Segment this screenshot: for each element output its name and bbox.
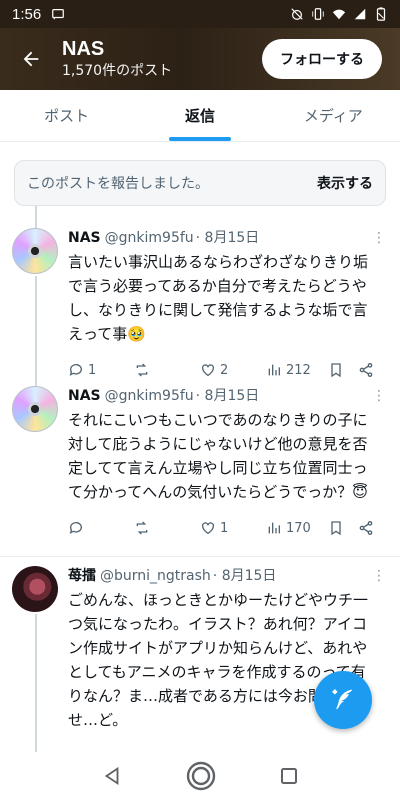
tab-media[interactable]: メディア [267,90,400,141]
reply-icon [69,364,82,376]
reported-post-notice: このポストを報告しました。 表示する [14,160,386,206]
back-button[interactable] [0,28,62,90]
author-name[interactable]: NAS [68,228,101,248]
author-name[interactable]: 苺擂 [68,566,96,586]
compose-feather-icon [332,689,353,710]
more-options-icon[interactable]: ⋮ [372,566,386,586]
profile-name: NAS [62,38,105,60]
vibrate-icon [312,8,324,20]
repost-button[interactable] [134,362,200,378]
heart-icon [202,522,214,535]
bookmark-button[interactable] [328,362,358,378]
more-options-icon[interactable]: ⋮ [372,228,386,248]
repost-icon [136,521,148,535]
cast-icon [52,9,65,20]
post-actions: 1 170 [68,518,386,538]
nav-back-icon[interactable] [101,765,123,787]
like-button[interactable]: 2 [200,362,266,378]
thread-line [35,614,37,752]
profile-tabs: ポスト 返信 メディア [0,90,400,142]
avatar[interactable] [12,566,58,612]
repost-icon [136,363,148,377]
post-date: · 8月15日 [195,230,260,246]
tab-posts[interactable]: ポスト [0,90,133,141]
nav-recents-icon[interactable] [279,766,299,786]
alarm-off-icon [291,8,303,20]
views-icon [268,522,280,534]
reply-count: 1 [88,362,97,378]
view-count: 170 [286,520,311,536]
like-button[interactable]: 1 [200,520,266,536]
heart-icon [202,364,214,377]
reply-icon [69,522,82,534]
view-count: 212 [286,362,311,378]
share-button[interactable] [358,362,378,378]
avatar[interactable] [12,228,58,274]
post-text: それにこいつもこいつであのなりきりの子に対して庇うようにじゃないけど他の意見を否… [68,411,368,501]
follow-button[interactable]: フォローする [262,39,382,79]
status-time: 1:56 [12,5,42,23]
post-text: 言いたい事沢山あるならわざわざなりきり垢で言う必要ってあるか自分で考えたらどうや… [68,253,369,343]
post-date: · 8月15日 [212,568,277,584]
battery-icon [376,7,386,21]
more-options-icon[interactable]: ⋮ [372,386,386,406]
author-handle: @gnkim95fu [104,388,194,404]
reply-button[interactable] [68,520,134,536]
thread-line [35,206,37,228]
bookmark-button[interactable] [328,520,358,536]
author-handle: @gnkim95fu [104,230,194,246]
avatar[interactable] [12,386,58,432]
system-nav-bar [0,752,400,800]
views-button[interactable]: 212 [266,362,328,378]
back-arrow-icon [23,51,39,67]
bookmark-icon [331,363,341,378]
signal-icon [354,8,366,20]
nav-home-icon[interactable] [185,760,217,792]
reply-button[interactable]: 1 [68,362,134,378]
profile-header: NAS 1,570件のポスト フォローする [0,28,400,90]
author-handle: @burni_ngtrash [100,568,211,584]
show-post-button[interactable]: 表示する [317,173,373,193]
tab-replies[interactable]: 返信 [133,90,266,141]
post-date: · 8月15日 [195,388,260,404]
post-count: 1,570件のポスト [62,63,173,79]
post-actions: 1 2 212 [68,360,386,380]
bookmark-icon [331,521,341,536]
share-icon [359,363,373,377]
repost-button[interactable] [134,520,200,536]
like-count: 2 [220,362,229,378]
report-notice-text: このポストを報告しました。 [27,176,209,192]
wifi-icon [332,9,346,20]
share-button[interactable] [358,520,378,536]
views-button[interactable]: 170 [266,520,328,536]
share-icon [359,521,373,535]
like-count: 1 [220,520,229,536]
views-icon [268,364,280,376]
compose-button[interactable] [314,671,372,729]
thread-line [35,276,37,386]
author-name[interactable]: NAS [68,386,101,406]
post-divider [0,556,400,557]
status-bar: 1:56 [0,0,400,28]
